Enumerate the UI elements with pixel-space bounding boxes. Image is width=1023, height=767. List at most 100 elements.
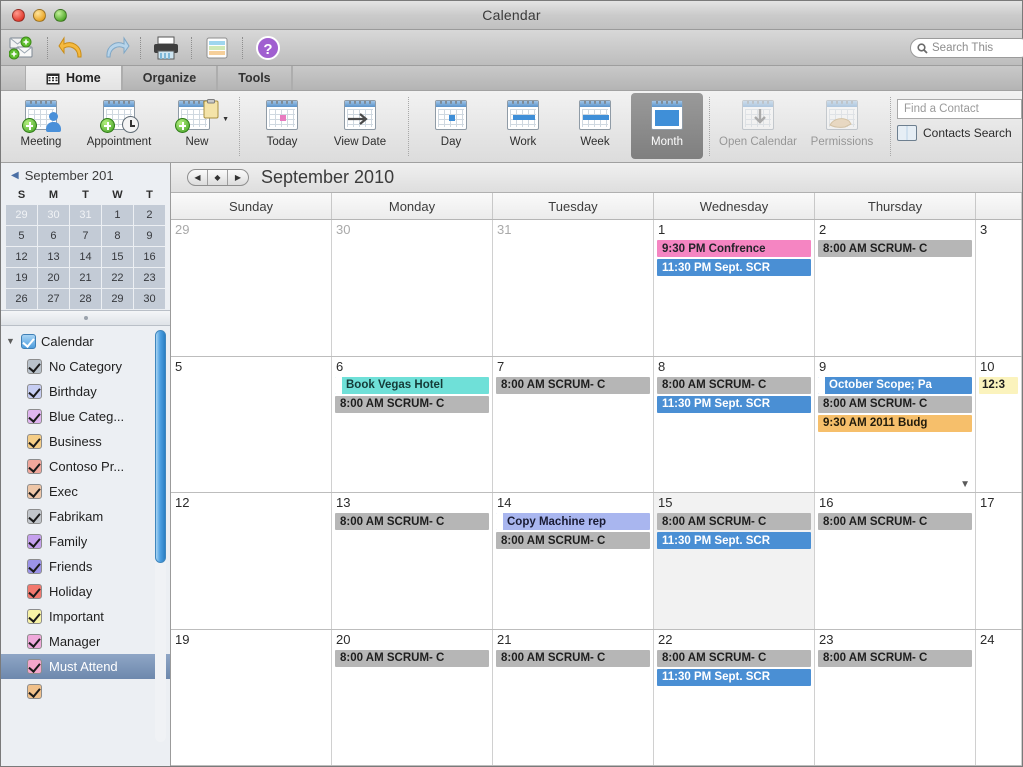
category-checkbox[interactable]: [27, 483, 42, 499]
mini-day[interactable]: 15: [100, 245, 134, 268]
undo-icon[interactable]: [52, 31, 94, 65]
more-events-arrow-icon[interactable]: ▼: [960, 479, 970, 490]
sidebar-item-business[interactable]: Business: [1, 429, 170, 454]
mini-day[interactable]: 29: [5, 203, 38, 226]
event-item[interactable]: 8:00 AM SCRUM- C: [496, 376, 650, 394]
category-checkbox[interactable]: [27, 433, 42, 449]
event-item[interactable]: 8:00 AM SCRUM- C: [496, 649, 650, 667]
sidebar-item-calendar[interactable]: ▼ Calendar: [1, 329, 170, 354]
sidebar-item-must-attend[interactable]: Must Attend: [1, 653, 170, 679]
category-checkbox[interactable]: [27, 358, 42, 374]
mini-day[interactable]: 29: [100, 287, 134, 310]
day-cell-24[interactable]: 24: [976, 629, 1022, 765]
category-checkbox[interactable]: [27, 558, 42, 574]
day-cell-30[interactable]: 30: [332, 220, 493, 356]
category-checkbox[interactable]: [27, 658, 42, 674]
mini-day[interactable]: 5: [5, 224, 38, 247]
ribbon-button-appointment[interactable]: Appointment: [77, 93, 161, 159]
day-cell-17[interactable]: 17: [976, 493, 1022, 629]
calendar-checkbox[interactable]: [21, 333, 36, 349]
category-checkbox[interactable]: [27, 458, 42, 474]
day-cell-16[interactable]: 16 8:00 AM SCRUM- C: [815, 493, 976, 629]
event-item[interactable]: 11:30 PM Sept. SCR: [657, 668, 811, 686]
event-item[interactable]: 8:00 AM SCRUM- C: [657, 513, 811, 530]
day-cell-7[interactable]: 7 8:00 AM SCRUM- C: [493, 356, 654, 492]
event-item[interactable]: 9:30 PM Confrence: [657, 240, 811, 257]
mini-calendar[interactable]: S M T W T 29 30 31 1 2 5 6 7 8 9 12 13 1…: [1, 187, 170, 310]
category-checkbox[interactable]: [27, 583, 42, 599]
event-item[interactable]: 12:3: [979, 376, 1018, 394]
categories-icon[interactable]: [196, 31, 238, 65]
event-item[interactable]: 8:00 AM SCRUM- C: [818, 513, 972, 530]
nav-today-button[interactable]: ◆: [208, 170, 228, 185]
category-checkbox[interactable]: [27, 633, 42, 649]
ribbon-button-open-calendar[interactable]: Open Calendar: [716, 93, 800, 159]
event-item[interactable]: 11:30 PM Sept. SCR: [657, 532, 811, 549]
event-item[interactable]: 8:00 AM SCRUM- C: [335, 513, 489, 530]
category-checkbox[interactable]: [27, 408, 42, 424]
mini-day[interactable]: 20: [36, 266, 70, 289]
tab-organize[interactable]: Organize: [121, 66, 218, 90]
send-receive-icon[interactable]: [1, 31, 43, 65]
mini-day[interactable]: 22: [100, 266, 134, 289]
mini-day[interactable]: 13: [36, 245, 70, 268]
redo-icon[interactable]: [94, 31, 136, 65]
event-item[interactable]: 8:00 AM SCRUM- C: [657, 649, 811, 667]
day-cell-19[interactable]: 19: [171, 629, 332, 765]
category-checkbox[interactable]: [27, 508, 42, 524]
event-item[interactable]: 8:00 AM SCRUM- C: [335, 649, 489, 667]
event-item[interactable]: 8:00 AM SCRUM- C: [657, 376, 811, 394]
day-cell-23[interactable]: 23 8:00 AM SCRUM- C: [815, 629, 976, 765]
mini-day[interactable]: 30: [36, 203, 70, 226]
event-item[interactable]: 8:00 AM SCRUM- C: [818, 649, 972, 667]
day-cell-1[interactable]: 1 9:30 PM Confrence 11:30 PM Sept. SCR: [654, 220, 815, 356]
event-item[interactable]: Copy Machine rep: [496, 513, 650, 530]
day-cell-6[interactable]: 6 Book Vegas Hotel 8:00 AM SCRUM- C: [332, 356, 493, 492]
nav-previous-button[interactable]: ◀: [188, 170, 208, 185]
nav-next-button[interactable]: ▶: [228, 170, 248, 185]
mini-day[interactable]: 16: [132, 245, 167, 268]
ribbon-button-new[interactable]: ▼ New: [161, 93, 233, 159]
day-cell-3[interactable]: 3: [976, 220, 1022, 356]
ribbon-button-permissions[interactable]: Permissions: [800, 93, 884, 159]
event-item[interactable]: 11:30 PM Sept. SCR: [657, 259, 811, 276]
mini-day[interactable]: 31: [68, 203, 102, 226]
sidebar-item-important[interactable]: Important: [1, 604, 170, 629]
ribbon-button-meeting[interactable]: Meeting: [5, 93, 77, 159]
mini-day[interactable]: 8: [100, 224, 134, 247]
sidebar-item-family[interactable]: Family: [1, 529, 170, 554]
mini-day[interactable]: 28: [68, 287, 102, 310]
event-item[interactable]: 9:30 AM 2011 Budg: [818, 414, 972, 432]
category-checkbox[interactable]: [27, 383, 42, 399]
day-cell-10[interactable]: 10 12:3: [976, 356, 1022, 492]
mini-day[interactable]: 9: [132, 224, 167, 247]
day-cell-13[interactable]: 13 8:00 AM SCRUM- C: [332, 493, 493, 629]
help-icon[interactable]: ?: [247, 31, 289, 65]
sidebar-item-birthday[interactable]: Birthday: [1, 379, 170, 404]
find-contact-input[interactable]: Find a Contact: [897, 99, 1022, 119]
day-cell-15[interactable]: 15 8:00 AM SCRUM- C 11:30 PM Sept. SCR: [654, 493, 815, 629]
event-item[interactable]: 8:00 AM SCRUM- C: [818, 240, 972, 257]
day-cell-20[interactable]: 20 8:00 AM SCRUM- C: [332, 629, 493, 765]
sidebar-item-blue-category[interactable]: Blue Categ...: [1, 404, 170, 429]
mini-day[interactable]: 30: [132, 287, 167, 310]
tab-tools[interactable]: Tools: [217, 66, 292, 90]
mini-day[interactable]: 6: [36, 224, 70, 247]
sidebar-item-manager[interactable]: Manager: [1, 629, 170, 654]
day-cell-14[interactable]: 14 Copy Machine rep 8:00 AM SCRUM- C: [493, 493, 654, 629]
event-item[interactable]: 8:00 AM SCRUM- C: [335, 395, 489, 413]
day-cell-29[interactable]: 29: [171, 220, 332, 356]
sidebar-item-exec[interactable]: Exec: [1, 479, 170, 504]
category-checkbox[interactable]: [27, 533, 42, 549]
sidebar-splitter[interactable]: [1, 309, 170, 326]
print-icon[interactable]: [145, 31, 187, 65]
mini-day[interactable]: 27: [36, 287, 70, 310]
sidebar-item-friends[interactable]: Friends: [1, 554, 170, 579]
day-cell-31[interactable]: 31: [493, 220, 654, 356]
mini-day[interactable]: 2: [132, 203, 167, 226]
ribbon-button-month-view[interactable]: Month: [631, 93, 703, 159]
day-cell-8[interactable]: 8 8:00 AM SCRUM- C 11:30 PM Sept. SCR: [654, 356, 815, 492]
mini-day[interactable]: 26: [5, 287, 38, 310]
category-checkbox[interactable]: [27, 683, 42, 699]
mini-calendar-prev-icon[interactable]: ◀: [11, 170, 19, 181]
